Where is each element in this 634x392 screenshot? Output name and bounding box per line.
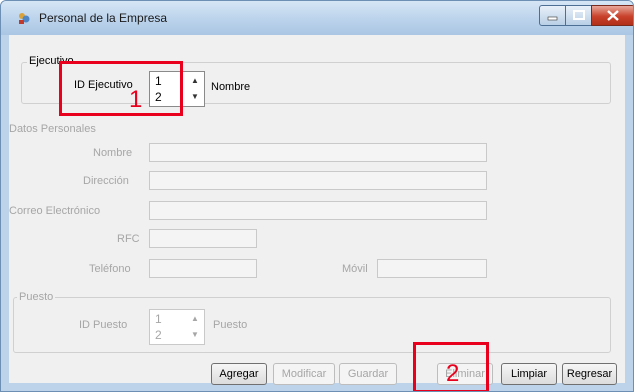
telefono-label: Teléfono [89,263,131,275]
rfc-label: RFC [117,233,140,245]
modificar-button[interactable]: Modificar [273,363,335,385]
nombre-field[interactable] [149,143,487,162]
maximize-button[interactable] [565,5,593,26]
rfc-field[interactable] [149,229,257,248]
app-icon [19,13,30,24]
id-puesto-label: ID Puesto [79,319,128,331]
telefono-field[interactable] [149,259,257,278]
direccion-label: Dirección [83,175,129,187]
close-icon [607,10,619,21]
spinner-up-icon[interactable]: ▲ [189,311,201,326]
puesto-group-label: Puesto [17,291,56,303]
main-window: Personal de la Empresa Ejecutivo ID Ejec… [0,0,634,392]
annotation-box-1 [59,61,183,116]
guardar-button[interactable]: Guardar [339,363,397,385]
id-puesto-value-2: 2 [155,328,162,342]
id-puesto-value-1: 1 [155,312,162,326]
movil-field[interactable] [377,259,487,278]
correo-label: Correo Electrónico [9,205,101,217]
minimize-icon [547,16,558,21]
movil-label: Móvil [342,263,368,275]
direccion-field[interactable] [149,171,487,190]
datos-personales-label: Datos Personales [9,123,96,135]
id-puesto-spinner[interactable]: 1 2 ▲ ▼ [149,309,205,345]
spinner-down-icon[interactable]: ▼ [189,89,201,104]
regresar-button[interactable]: Regresar [562,363,617,385]
title-bar[interactable]: Personal de la Empresa [1,1,633,35]
annotation-number-2: 2 [446,360,460,387]
datos-nombre-label: Nombre [93,147,133,159]
window-title: Personal de la Empresa [39,11,168,25]
correo-field[interactable] [149,201,487,220]
annotation-number-1: 1 [129,86,143,113]
close-button[interactable] [591,5,633,26]
maximize-icon [573,10,585,20]
minimize-button[interactable] [539,5,567,26]
agregar-button[interactable]: Agregar [211,363,267,385]
nombre-label: Nombre [211,81,251,93]
spinner-up-icon[interactable]: ▲ [189,73,201,88]
puesto-label: Puesto [213,319,248,331]
spinner-down-icon[interactable]: ▼ [189,327,201,342]
limpiar-button[interactable]: Limpiar [501,363,557,385]
